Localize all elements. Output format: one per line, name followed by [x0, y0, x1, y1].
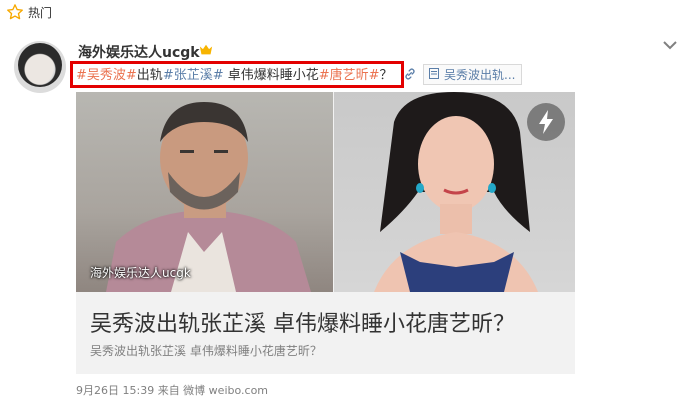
- photo-man[interactable]: [76, 92, 333, 292]
- article-card[interactable]: 海外娱乐达人ucgk 吴秀波出轨张芷溪 卓伟爆料睡小花唐艺昕？ 吴秀波出轨张芷溪…: [76, 92, 575, 374]
- avatar-hair: [18, 43, 62, 87]
- article-title[interactable]: 吴秀波出轨张芷溪 卓伟爆料睡小花唐艺昕？: [90, 306, 515, 338]
- vip-crown-icon[interactable]: [199, 43, 213, 57]
- link-icon: [405, 68, 415, 80]
- document-icon: [429, 67, 439, 79]
- flash-play-icon[interactable]: [526, 102, 566, 142]
- post-timestamp-source[interactable]: 9月26日 15:39 来自 微博 weibo.com: [76, 382, 268, 398]
- image-watermark: 海外娱乐达人ucgk: [90, 266, 191, 280]
- weibo-post-card: 海外娱乐达人ucgk #吴秀波#出轨#张芷溪# 卓伟爆料睡小花#唐艺昕#？ 吴秀…: [0, 24, 699, 400]
- link-pill-box[interactable]: 吴秀波出轨...: [423, 63, 523, 85]
- star-icon[interactable]: [6, 3, 24, 21]
- link-pill-label: 吴秀波出轨...: [444, 67, 516, 82]
- top-bar: 热门: [0, 0, 699, 25]
- chevron-down-icon[interactable]: [662, 38, 678, 52]
- hot-label[interactable]: 热门: [28, 4, 52, 21]
- link-pill[interactable]: 吴秀波出轨...: [403, 63, 523, 85]
- article-description: 吴秀波出轨张芷溪 卓伟爆料睡小花唐艺昕？: [90, 344, 322, 358]
- username[interactable]: 海外娱乐达人ucgk: [78, 42, 200, 62]
- avatar[interactable]: [14, 41, 66, 93]
- red-highlight-box: [70, 61, 404, 88]
- photo-man-illustration: [106, 102, 311, 292]
